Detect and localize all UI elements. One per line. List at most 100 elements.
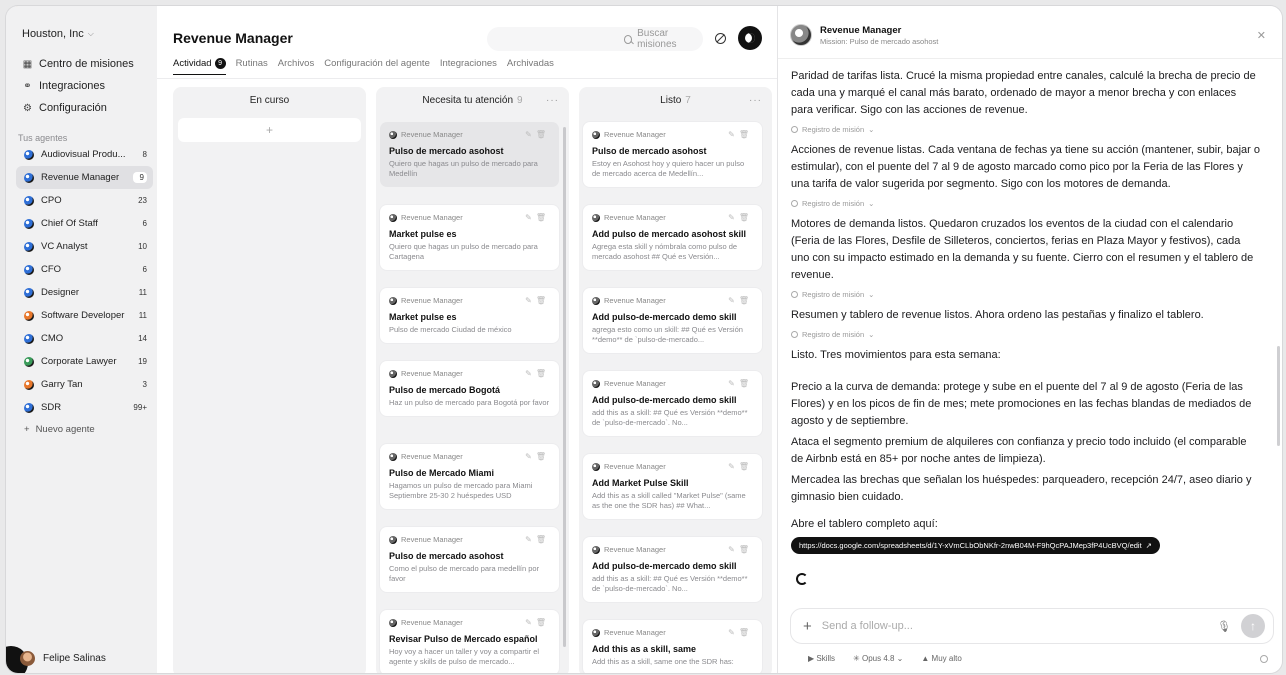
- task-card[interactable]: Revenue Manager ✎🗑 Add Market Pulse Skill A…: [583, 454, 762, 520]
- mission-log-toggle[interactable]: Registro de misión ⌄: [791, 290, 1261, 299]
- tab-archived[interactable]: Archivadas: [507, 58, 554, 69]
- trash-icon[interactable]: 🗑: [739, 628, 753, 637]
- trash-icon[interactable]: 🗑: [739, 130, 753, 139]
- edit-icon[interactable]: ✎: [728, 213, 739, 222]
- scrollbar[interactable]: [1277, 346, 1280, 446]
- scrollbar[interactable]: [563, 127, 566, 647]
- edit-icon[interactable]: ✎: [525, 130, 536, 139]
- card-actions[interactable]: ✎🗑: [728, 462, 753, 471]
- new-agent-button[interactable]: + Nuevo agente: [16, 419, 153, 439]
- agent-item[interactable]: Audiovisual Produ... 8: [16, 143, 153, 166]
- trash-icon[interactable]: 🗑: [536, 296, 550, 305]
- edit-icon[interactable]: ✎: [525, 296, 536, 305]
- edit-icon[interactable]: ✎: [728, 462, 739, 471]
- tab-activity[interactable]: Actividad 9: [173, 58, 226, 75]
- task-card[interactable]: Revenue Manager ✎🗑 Pulso de mercado asohos…: [380, 122, 559, 188]
- task-card[interactable]: Revenue Manager ✎🗑 Add pulso-de-mercado de…: [583, 288, 762, 354]
- spreadsheet-link[interactable]: https://docs.google.com/spreadsheets/d/1…: [791, 537, 1160, 554]
- edit-icon[interactable]: ✎: [728, 628, 739, 637]
- model-selector[interactable]: ✳ Opus 4.8 ⌄: [853, 654, 903, 663]
- agent-item[interactable]: SDR 99+: [16, 396, 153, 419]
- task-card[interactable]: Revenue Manager ✎🗑 Add pulso-de-mercado de…: [583, 371, 762, 437]
- trash-icon[interactable]: 🗑: [536, 369, 550, 378]
- mission-log-toggle[interactable]: Registro de misión ⌄: [791, 330, 1261, 339]
- user-profile[interactable]: Felipe Salinas: [20, 651, 106, 666]
- agent-item[interactable]: Corporate Lawyer 19: [16, 350, 153, 373]
- agent-item[interactable]: Designer 11: [16, 281, 153, 304]
- card-actions[interactable]: ✎🗑: [728, 545, 753, 554]
- edit-icon[interactable]: ✎: [525, 369, 536, 378]
- compass-icon[interactable]: [715, 33, 726, 44]
- card-actions[interactable]: ✎🗑: [525, 296, 550, 305]
- edit-icon[interactable]: ✎: [728, 545, 739, 554]
- agent-item[interactable]: CMO 14: [16, 327, 153, 350]
- edit-icon[interactable]: ✎: [525, 213, 536, 222]
- edit-icon[interactable]: ✎: [728, 379, 739, 388]
- workspace-switcher[interactable]: Houston, Inc ⌵: [22, 28, 94, 40]
- nav-settings[interactable]: ⚙ Configuración: [22, 97, 152, 119]
- task-card[interactable]: Revenue Manager ✎🗑 Revisar Pulso de Mercad…: [380, 610, 559, 673]
- effort-selector[interactable]: ▲ Muy alto: [921, 654, 961, 663]
- agent-item[interactable]: CPO 23: [16, 189, 153, 212]
- card-actions[interactable]: ✎🗑: [525, 369, 550, 378]
- card-actions[interactable]: ✎🗑: [728, 213, 753, 222]
- card-actions[interactable]: ✎🗑: [728, 379, 753, 388]
- trash-icon[interactable]: 🗑: [739, 462, 753, 471]
- trash-icon[interactable]: 🗑: [739, 545, 753, 554]
- edit-icon[interactable]: ✎: [525, 618, 536, 627]
- theme-toggle-icon[interactable]: [738, 26, 762, 50]
- agent-item[interactable]: Software Developer 11: [16, 304, 153, 327]
- agent-item[interactable]: Revenue Manager 9: [16, 166, 153, 189]
- nav-mission-center[interactable]: ▦ Centro de misiones: [22, 53, 152, 75]
- card-actions[interactable]: ✎🗑: [525, 618, 550, 627]
- tab-integrations[interactable]: Integraciones: [440, 58, 497, 69]
- close-icon[interactable]: ✕: [1257, 29, 1266, 42]
- trash-icon[interactable]: 🗑: [739, 296, 753, 305]
- card-actions[interactable]: ✎🗑: [525, 535, 550, 544]
- more-icon[interactable]: ···: [749, 95, 762, 106]
- edit-icon[interactable]: ✎: [728, 296, 739, 305]
- tab-routines[interactable]: Rutinas: [236, 58, 268, 69]
- search-input[interactable]: Buscar misiones: [487, 27, 703, 51]
- task-card[interactable]: Revenue Manager ✎🗑 Market pulse es Quiero q…: [380, 205, 559, 271]
- nav-integrations[interactable]: ⚭ Integraciones: [22, 75, 152, 97]
- agent-item[interactable]: Chief Of Staff 6: [16, 212, 153, 235]
- agent-item[interactable]: CFO 6: [16, 258, 153, 281]
- edit-icon[interactable]: ✎: [728, 130, 739, 139]
- trash-icon[interactable]: 🗑: [536, 130, 550, 139]
- trash-icon[interactable]: 🗑: [536, 618, 550, 627]
- task-card[interactable]: Revenue Manager ✎🗑 Add pulso de mercado as…: [583, 205, 762, 271]
- tab-files[interactable]: Archivos: [278, 58, 314, 69]
- card-actions[interactable]: ✎🗑: [525, 452, 550, 461]
- task-card[interactable]: Revenue Manager ✎🗑 Pulso de Mercado Miami H…: [380, 444, 559, 510]
- tab-agent-settings[interactable]: Configuración del agente: [324, 58, 430, 69]
- card-actions[interactable]: ✎🗑: [728, 130, 753, 139]
- follow-up-input[interactable]: + Send a follow-up... 🎙 ↑: [790, 608, 1274, 644]
- skills-button[interactable]: ▶ Skills: [808, 654, 835, 663]
- edit-icon[interactable]: ✎: [525, 535, 536, 544]
- trash-icon[interactable]: 🗑: [739, 379, 753, 388]
- trash-icon[interactable]: 🗑: [536, 452, 550, 461]
- card-actions[interactable]: ✎🗑: [728, 628, 753, 637]
- mission-log-toggle[interactable]: Registro de misión ⌄: [791, 199, 1261, 208]
- trash-icon[interactable]: 🗑: [739, 213, 753, 222]
- send-button[interactable]: ↑: [1241, 614, 1265, 638]
- agent-item[interactable]: VC Analyst 10: [16, 235, 153, 258]
- task-card[interactable]: Revenue Manager ✎🗑 Market pulse es Pulso de…: [380, 288, 559, 344]
- card-actions[interactable]: ✎🗑: [525, 213, 550, 222]
- trash-icon[interactable]: 🗑: [536, 213, 550, 222]
- card-actions[interactable]: ✎🗑: [728, 296, 753, 305]
- task-card[interactable]: Revenue Manager ✎🗑 Pulso de mercado asohos…: [380, 527, 559, 593]
- plus-icon[interactable]: +: [803, 618, 812, 635]
- task-card[interactable]: Revenue Manager ✎🗑 Pulso de mercado asohos…: [583, 122, 762, 188]
- more-icon[interactable]: ···: [546, 95, 559, 106]
- task-card[interactable]: Revenue Manager ✎🗑 Pulso de mercado Bogotá…: [380, 361, 559, 417]
- microphone-icon[interactable]: 🎙: [1217, 620, 1231, 633]
- edit-icon[interactable]: ✎: [525, 452, 536, 461]
- agent-item[interactable]: Garry Tan 3: [16, 373, 153, 396]
- trash-icon[interactable]: 🗑: [536, 535, 550, 544]
- add-card-button[interactable]: +: [178, 118, 361, 142]
- mission-log-toggle[interactable]: Registro de misión ⌄: [791, 125, 1261, 134]
- task-card[interactable]: Revenue Manager ✎🗑 Add this as a skill, sa…: [583, 620, 762, 673]
- card-actions[interactable]: ✎🗑: [525, 130, 550, 139]
